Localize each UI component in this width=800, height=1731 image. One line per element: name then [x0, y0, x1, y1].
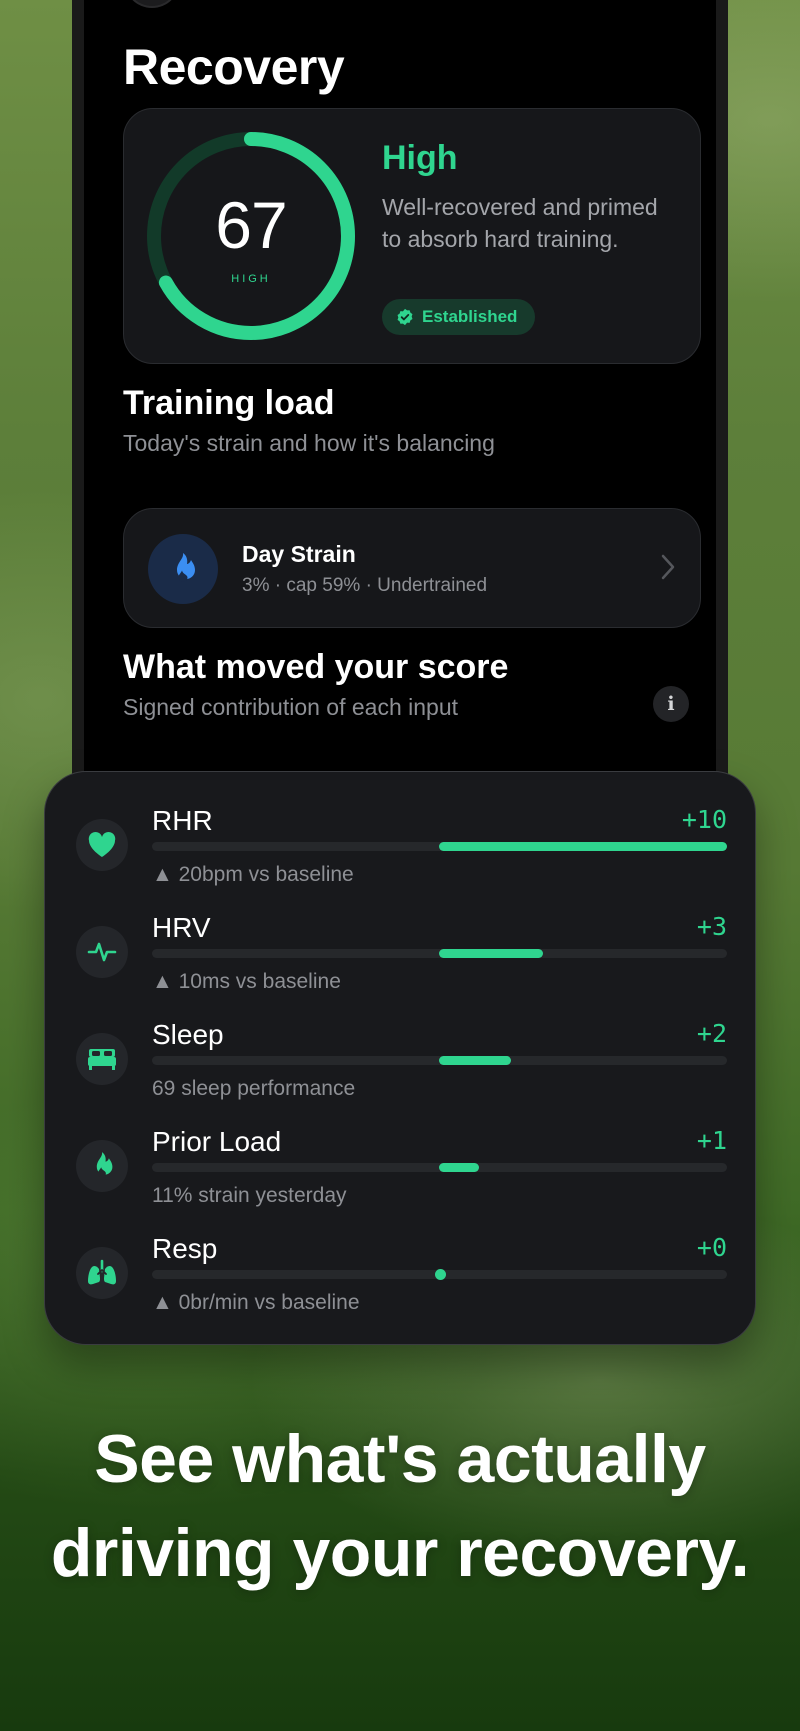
pulse-icon: [76, 926, 128, 978]
page-title: Recovery: [123, 39, 345, 95]
day-strain-title: Day Strain: [242, 541, 356, 567]
camera-cutout: [124, 0, 180, 8]
factor-bar-fill: [435, 1269, 446, 1280]
factor-bar-fill: [439, 1163, 479, 1172]
status-badge: Established: [382, 299, 536, 335]
factor-row-prior-load[interactable]: Prior Load +1 11% strain yesterday: [45, 1093, 757, 1207]
flame-icon: [76, 1140, 128, 1192]
factor-bar-fill: [439, 1056, 511, 1065]
factor-name: Sleep: [152, 1019, 224, 1050]
headline-line-2: driving your recovery.: [50, 1515, 750, 1591]
recovery-level: High: [382, 139, 458, 177]
chevron-right-icon: [661, 554, 675, 580]
factor-row-sleep[interactable]: Sleep +2 69 sleep performance: [45, 986, 757, 1100]
factor-row-resp[interactable]: Resp +0 ▲ 0br/min vs baseline: [45, 1200, 757, 1314]
factor-value: +3: [696, 912, 727, 941]
headline-line-1: See what's actually: [94, 1421, 706, 1497]
factor-bar-track: [152, 1056, 727, 1065]
factor-name: Prior Load: [152, 1126, 282, 1157]
factor-bar-track: [152, 1269, 727, 1280]
phone-frame: Recovery 67 HIGH High Well-recovered and…: [72, 0, 728, 790]
day-strain-card[interactable]: Day Strain 3% · cap 59% · Undertrained: [123, 508, 701, 628]
heart-icon: [76, 819, 128, 871]
recovery-description: Well-recovered and primed to absorb hard…: [382, 194, 658, 252]
factor-value: +1: [696, 1126, 727, 1155]
bed-icon: [76, 1033, 128, 1085]
status-badge-label: Established: [422, 307, 518, 326]
factor-value: +10: [681, 805, 727, 834]
training-load-subtitle: Today's strain and how it's balancing: [123, 430, 495, 456]
factor-row-hrv[interactable]: HRV +3 ▲ 10ms vs baseline: [45, 879, 757, 993]
lungs-icon: [76, 1247, 128, 1299]
factor-bar-fill: [439, 949, 543, 958]
factor-bar-track: [152, 842, 727, 851]
factor-row-rhr[interactable]: RHR +10 ▲ 20bpm vs baseline: [45, 772, 757, 886]
factor-value: +2: [696, 1019, 727, 1048]
recovery-score: 67: [215, 188, 287, 262]
flame-icon: [148, 534, 218, 604]
factor-bar-track: [152, 1163, 727, 1172]
recovery-card[interactable]: 67 HIGH High Well-recovered and primed t…: [123, 108, 701, 364]
score-factors-subtitle: Signed contribution of each input: [123, 694, 459, 720]
factor-name: HRV: [152, 912, 211, 943]
training-load-title: Training load: [123, 384, 335, 422]
score-factors-card: RHR +10 ▲ 20bpm vs baseline HRV +3 ▲ 10m…: [44, 771, 756, 1345]
factor-bar-track: [152, 949, 727, 958]
score-factors-title: What moved your score: [123, 648, 509, 686]
factor-note: ▲ 0br/min vs baseline: [152, 1291, 360, 1314]
verified-check-icon: [397, 308, 413, 326]
marketing-headline: See what's actually driving your recover…: [0, 1412, 800, 1600]
factor-name: Resp: [152, 1233, 218, 1264]
day-strain-subtitle: 3% · cap 59% · Undertrained: [242, 575, 488, 596]
factor-name: RHR: [152, 805, 213, 836]
recovery-score-label: HIGH: [231, 273, 271, 285]
factor-value: +0: [696, 1233, 727, 1262]
factor-bar-fill: [439, 842, 727, 851]
info-button[interactable]: i: [653, 686, 689, 722]
